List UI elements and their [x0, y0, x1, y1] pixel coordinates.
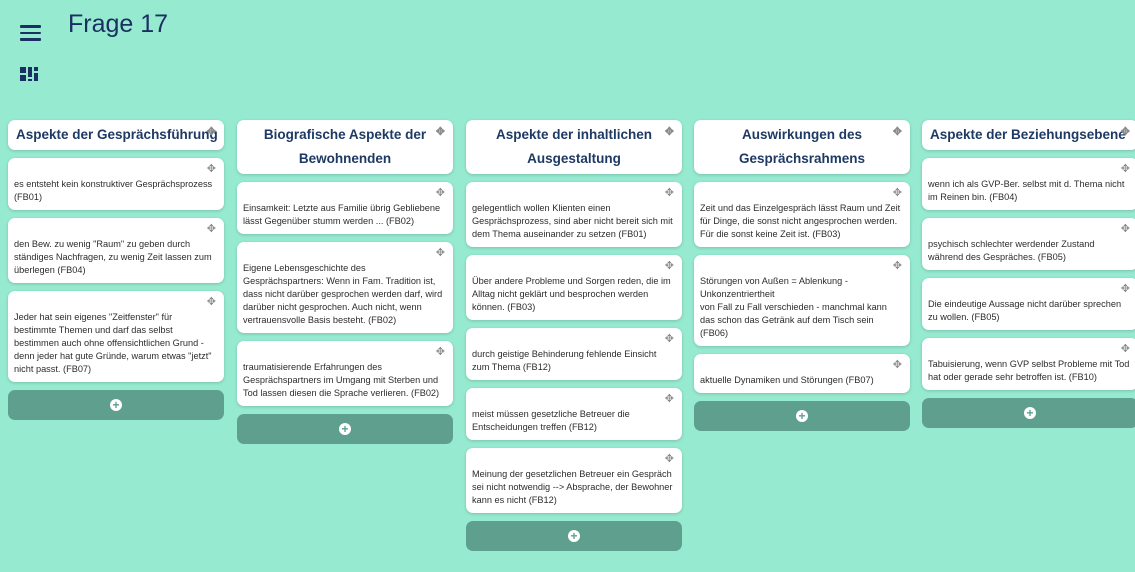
note-card[interactable]: ✥ Zeit und das Einzelgespräch lässt Raum … — [694, 182, 910, 247]
board-column: Aspekte der Beziehungsebene ✥ ✥ wenn ich al… — [922, 120, 1135, 428]
move-arrows-icon[interactable]: ✥ — [436, 188, 445, 199]
note-card[interactable]: ✥ Meinung der gesetzlichen Betreuer ein G… — [466, 448, 682, 513]
card-text: Meinung der gesetzlichen Betreuer ein Ge… — [472, 469, 673, 505]
note-card[interactable]: ✥ meist müssen gesetzliche Betreuer die E… — [466, 388, 682, 440]
card-text: Störungen von Außen = Ablenkung - Unkonz… — [700, 276, 887, 338]
note-card[interactable]: ✥ den Bew. zu wenig "Raum" zu geben durch… — [8, 218, 224, 283]
move-arrows-icon[interactable]: ✥ — [665, 188, 674, 199]
plus-circle-icon: + — [110, 399, 122, 411]
move-arrows-icon[interactable]: ✥ — [893, 360, 902, 371]
move-arrows-icon[interactable]: ✥ — [207, 127, 216, 138]
card-text: Jeder hat sein eigenes "Zeitfenster" für… — [14, 312, 212, 374]
add-card-button[interactable]: + — [466, 521, 682, 551]
board-layout-icon[interactable] — [20, 67, 38, 81]
column-title: Aspekte der Beziehungsebene — [930, 127, 1126, 142]
column-title: Aspekte der inhaltlichen Ausgestaltung — [495, 127, 653, 166]
card-text: wenn ich als GVP-Ber. selbst mit d. Them… — [928, 179, 1125, 202]
move-arrows-icon[interactable]: ✥ — [665, 334, 674, 345]
move-arrows-icon[interactable]: ✥ — [436, 347, 445, 358]
card-text: Zeit und das Einzelgespräch lässt Raum u… — [700, 203, 901, 239]
move-arrows-icon[interactable]: ✥ — [1121, 224, 1130, 235]
column-header[interactable]: Aspekte der Beziehungsebene ✥ — [922, 120, 1135, 150]
note-card[interactable]: ✥ wenn ich als GVP-Ber. selbst mit d. The… — [922, 158, 1135, 210]
card-text: Über andere Probleme und Sorgen reden, d… — [472, 276, 671, 312]
card-text: meist müssen gesetzliche Betreuer die En… — [472, 409, 630, 432]
move-arrows-icon[interactable]: ✥ — [207, 164, 216, 175]
move-arrows-icon[interactable]: ✥ — [1121, 164, 1130, 175]
card-text: aktuelle Dynamiken und Störungen (FB07) — [700, 375, 874, 385]
card-text: traumatisierende Erfahrungen des Gespräc… — [243, 362, 440, 398]
note-card[interactable]: ✥ es entsteht kein konstruktiver Gespräch… — [8, 158, 224, 210]
note-card[interactable]: ✥ Die eindeutige Aussage nicht darüber sp… — [922, 278, 1135, 330]
note-card[interactable]: ✥ Über andere Probleme und Sorgen reden, … — [466, 255, 682, 320]
move-arrows-icon[interactable]: ✥ — [665, 394, 674, 405]
move-arrows-icon[interactable]: ✥ — [893, 188, 902, 199]
move-arrows-icon[interactable]: ✥ — [665, 454, 674, 465]
hamburger-menu-icon[interactable] — [20, 25, 41, 41]
move-arrows-icon[interactable]: ✥ — [665, 261, 674, 272]
column-header[interactable]: Auswirkungen des Gesprächsrahmens ✥ — [694, 120, 910, 174]
move-arrows-icon[interactable]: ✥ — [893, 127, 902, 138]
page-title: Frage 17 — [68, 10, 169, 38]
note-card[interactable]: ✥ Einsamkeit: Letzte aus Familie übrig Ge… — [237, 182, 453, 234]
note-card[interactable]: ✥ Störungen von Außen = Ablenkung - Unkon… — [694, 255, 910, 346]
card-text: gelegentlich wollen Klienten einen Gespr… — [472, 203, 673, 239]
card-text: Eigene Lebensgeschichte des Gesprächspar… — [243, 263, 443, 325]
card-text: Einsamkeit: Letzte aus Familie übrig Geb… — [243, 203, 441, 226]
column-header[interactable]: Biografische Aspekte der Bewohnenden ✥ — [237, 120, 453, 174]
card-text: Die eindeutige Aussage nicht darüber spr… — [928, 299, 1122, 322]
column-header[interactable]: Aspekte der Gesprächsführung ✥ — [8, 120, 224, 150]
move-arrows-icon[interactable]: ✥ — [893, 261, 902, 272]
board-column: Auswirkungen des Gesprächsrahmens ✥ ✥ Zeit … — [694, 120, 910, 431]
board-column: Aspekte der inhaltlichen Ausgestaltung ✥ ✥… — [466, 120, 682, 551]
note-card[interactable]: ✥ Tabuisierung, wenn GVP selbst Probleme … — [922, 338, 1135, 390]
plus-circle-icon: + — [1024, 407, 1036, 419]
note-card[interactable]: ✥ Eigene Lebensgeschichte des Gesprächspa… — [237, 242, 453, 333]
top-bar: Frage 17 — [0, 0, 1135, 81]
add-card-button[interactable]: + — [694, 401, 910, 431]
note-card[interactable]: ✥ aktuelle Dynamiken und Störungen (FB07) — [694, 354, 910, 393]
card-text: den Bew. zu wenig "Raum" zu geben durch … — [14, 239, 212, 275]
move-arrows-icon[interactable]: ✥ — [1121, 127, 1130, 138]
plus-circle-icon: + — [568, 530, 580, 542]
note-card[interactable]: ✥ durch geistige Behinderung fehlende Ein… — [466, 328, 682, 380]
column-header[interactable]: Aspekte der inhaltlichen Ausgestaltung ✥ — [466, 120, 682, 174]
note-card[interactable]: ✥ Jeder hat sein eigenes "Zeitfenster" fü… — [8, 291, 224, 382]
add-card-button[interactable]: + — [8, 390, 224, 420]
move-arrows-icon[interactable]: ✥ — [207, 297, 216, 308]
note-card[interactable]: ✥ gelegentlich wollen Klienten einen Gesp… — [466, 182, 682, 247]
card-text: es entsteht kein konstruktiver Gesprächs… — [14, 179, 213, 202]
add-card-button[interactable]: + — [237, 414, 453, 444]
add-card-button[interactable]: + — [922, 398, 1135, 428]
note-card[interactable]: ✥ traumatisierende Erfahrungen des Gesprä… — [237, 341, 453, 406]
column-title: Biografische Aspekte der Bewohnenden — [263, 127, 427, 166]
note-card[interactable]: ✥ psychisch schlechter werdender Zustand … — [922, 218, 1135, 270]
card-text: Tabuisierung, wenn GVP selbst Probleme m… — [928, 359, 1130, 382]
board-column: Aspekte der Gesprächsführung ✥ ✥ es entsteh… — [8, 120, 224, 420]
card-text: durch geistige Behinderung fehlende Eins… — [472, 349, 657, 372]
plus-circle-icon: + — [796, 410, 808, 422]
column-title: Aspekte der Gesprächsführung — [16, 127, 218, 142]
card-text: psychisch schlechter werdender Zustand w… — [928, 239, 1095, 262]
move-arrows-icon[interactable]: ✥ — [1121, 344, 1130, 355]
move-arrows-icon[interactable]: ✥ — [1121, 284, 1130, 295]
board-column: Biografische Aspekte der Bewohnenden ✥ ✥ Ei… — [237, 120, 453, 444]
move-arrows-icon[interactable]: ✥ — [665, 127, 674, 138]
move-arrows-icon[interactable]: ✥ — [207, 224, 216, 235]
move-arrows-icon[interactable]: ✥ — [436, 248, 445, 259]
column-title: Auswirkungen des Gesprächsrahmens — [738, 127, 866, 166]
move-arrows-icon[interactable]: ✥ — [436, 127, 445, 138]
plus-circle-icon: + — [339, 423, 351, 435]
